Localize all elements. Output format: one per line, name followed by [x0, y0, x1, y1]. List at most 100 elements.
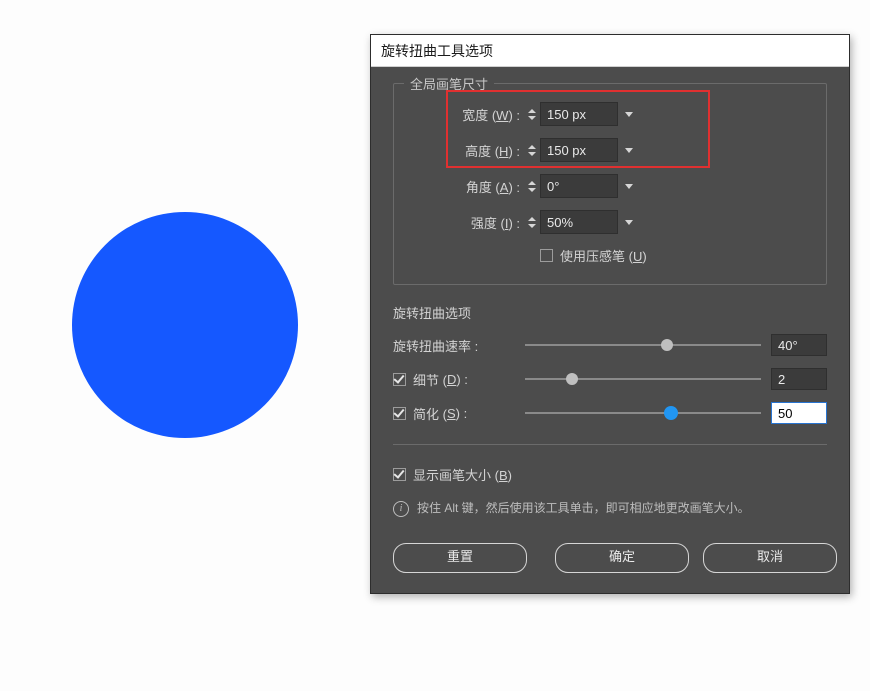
width-dropdown[interactable]	[618, 102, 640, 126]
canvas-blue-circle	[72, 212, 298, 438]
chevron-down-icon	[625, 112, 633, 117]
simplify-slider[interactable]	[525, 403, 761, 423]
detail-checkbox[interactable]	[393, 373, 406, 386]
button-bar: 重置 确定 取消	[393, 543, 827, 573]
twirl-rate-row: 旋转扭曲速率 : 40°	[393, 328, 827, 362]
detail-slider[interactable]	[525, 369, 761, 389]
intensity-dropdown[interactable]	[618, 210, 640, 234]
show-brush-size-row: 显示画笔大小 (B)	[393, 459, 827, 489]
width-spinner: 150 px	[524, 102, 640, 126]
twirl-options-section: 旋转扭曲选项 旋转扭曲速率 : 40° 细节 (D) :	[393, 303, 827, 430]
slider-knob[interactable]	[661, 339, 673, 351]
show-brush-post: )	[508, 468, 512, 483]
chevron-down-icon	[625, 220, 633, 225]
simplify-checkbox[interactable]	[393, 407, 406, 420]
height-spinner: 150 px	[524, 138, 640, 162]
chevron-down-icon	[625, 148, 633, 153]
chevron-up-icon	[528, 145, 536, 149]
height-label-pre: 高度 (	[465, 144, 499, 159]
intensity-label-post: ) :	[508, 216, 520, 231]
slider-track	[525, 412, 761, 414]
chevron-up-icon	[528, 181, 536, 185]
intensity-label-pre: 强度 (	[471, 216, 505, 231]
height-label-post: ) :	[508, 144, 520, 159]
slider-knob[interactable]	[664, 406, 678, 420]
show-brush-size-label: 显示画笔大小 (B)	[413, 465, 512, 484]
chevron-down-icon	[528, 152, 536, 156]
show-brush-size-checkbox[interactable]	[393, 468, 406, 481]
chevron-down-icon	[528, 224, 536, 228]
show-brush-hotkey: B	[499, 468, 508, 483]
slider-knob[interactable]	[566, 373, 578, 385]
cancel-button[interactable]: 取消	[703, 543, 837, 573]
angle-input[interactable]: 0°	[540, 174, 618, 198]
slider-track	[525, 378, 761, 380]
reset-button[interactable]: 重置	[393, 543, 527, 573]
detail-value[interactable]: 2	[771, 368, 827, 390]
chevron-up-icon	[528, 109, 536, 113]
simplify-post: ) :	[456, 406, 468, 421]
ok-button[interactable]: 确定	[555, 543, 689, 573]
detail-pre: 细节 (	[413, 370, 447, 389]
height-dropdown[interactable]	[618, 138, 640, 162]
width-label-post: ) :	[508, 108, 520, 123]
width-stepper[interactable]	[524, 102, 540, 126]
dialog-title: 旋转扭曲工具选项	[371, 35, 849, 67]
pressure-pen-row: 使用压感笔 (U)	[412, 240, 808, 270]
height-input[interactable]: 150 px	[540, 138, 618, 162]
chevron-down-icon	[528, 188, 536, 192]
angle-stepper[interactable]	[524, 174, 540, 198]
info-text: 按住 Alt 键，然后使用该工具单击，即可相应地更改画笔大小。	[417, 499, 750, 517]
twirl-tool-options-dialog: 旋转扭曲工具选项 全局画笔尺寸 宽度 (W) :	[370, 34, 850, 594]
width-label-pre: 宽度 (	[462, 108, 496, 123]
simplify-value[interactable]: 50	[771, 402, 827, 424]
pressure-pen-pre: 使用压感笔 (	[560, 249, 633, 264]
intensity-row: 强度 (I) : 50%	[412, 204, 808, 240]
angle-spinner: 0°	[524, 174, 640, 198]
intensity-input[interactable]: 50%	[540, 210, 618, 234]
chevron-down-icon	[625, 184, 633, 189]
height-row: 高度 (H) : 150 px	[412, 132, 808, 168]
detail-row: 细节 (D) : 2	[393, 362, 827, 396]
show-brush-pre: 显示画笔大小 (	[413, 468, 499, 483]
angle-row: 角度 (A) : 0°	[412, 168, 808, 204]
chevron-up-icon	[528, 217, 536, 221]
width-row: 宽度 (W) : 150 px	[412, 96, 808, 132]
global-brush-size-title: 全局画笔尺寸	[404, 74, 494, 93]
twirl-options-title: 旋转扭曲选项	[393, 303, 827, 322]
intensity-label: 强度 (I) :	[412, 213, 524, 232]
angle-dropdown[interactable]	[618, 174, 640, 198]
angle-label-pre: 角度 (	[466, 180, 500, 195]
chevron-down-icon	[528, 116, 536, 120]
detail-label: 细节 (D) :	[393, 370, 521, 389]
workspace: 旋转扭曲工具选项 全局画笔尺寸 宽度 (W) :	[0, 0, 870, 691]
pressure-pen-label: 使用压感笔 (U)	[560, 246, 647, 265]
width-label: 宽度 (W) :	[412, 105, 524, 124]
angle-label: 角度 (A) :	[412, 177, 524, 196]
pressure-pen-checkbox[interactable]	[540, 249, 553, 262]
divider	[393, 444, 827, 445]
slider-track	[525, 344, 761, 346]
global-brush-size-group: 全局画笔尺寸 宽度 (W) : 150 px	[393, 83, 827, 285]
detail-hotkey: D	[447, 372, 456, 387]
simplify-pre: 简化 (	[413, 404, 447, 423]
detail-post: ) :	[456, 372, 468, 387]
dialog-body: 全局画笔尺寸 宽度 (W) : 150 px	[371, 67, 849, 593]
simplify-label: 简化 (S) :	[393, 404, 521, 423]
twirl-rate-label: 旋转扭曲速率 :	[393, 336, 521, 355]
width-input[interactable]: 150 px	[540, 102, 618, 126]
info-row: i 按住 Alt 键，然后使用该工具单击，即可相应地更改画笔大小。	[393, 499, 827, 517]
angle-label-post: ) :	[508, 180, 520, 195]
pressure-pen-hotkey: U	[633, 249, 642, 264]
height-stepper[interactable]	[524, 138, 540, 162]
width-hotkey: W	[496, 108, 508, 123]
info-icon: i	[393, 501, 409, 517]
intensity-spinner: 50%	[524, 210, 640, 234]
simplify-hotkey: S	[447, 406, 456, 421]
twirl-rate-value[interactable]: 40°	[771, 334, 827, 356]
pressure-pen-post: )	[642, 249, 646, 264]
simplify-row: 简化 (S) : 50	[393, 396, 827, 430]
twirl-rate-slider[interactable]	[525, 335, 761, 355]
height-label: 高度 (H) :	[412, 141, 524, 160]
intensity-stepper[interactable]	[524, 210, 540, 234]
